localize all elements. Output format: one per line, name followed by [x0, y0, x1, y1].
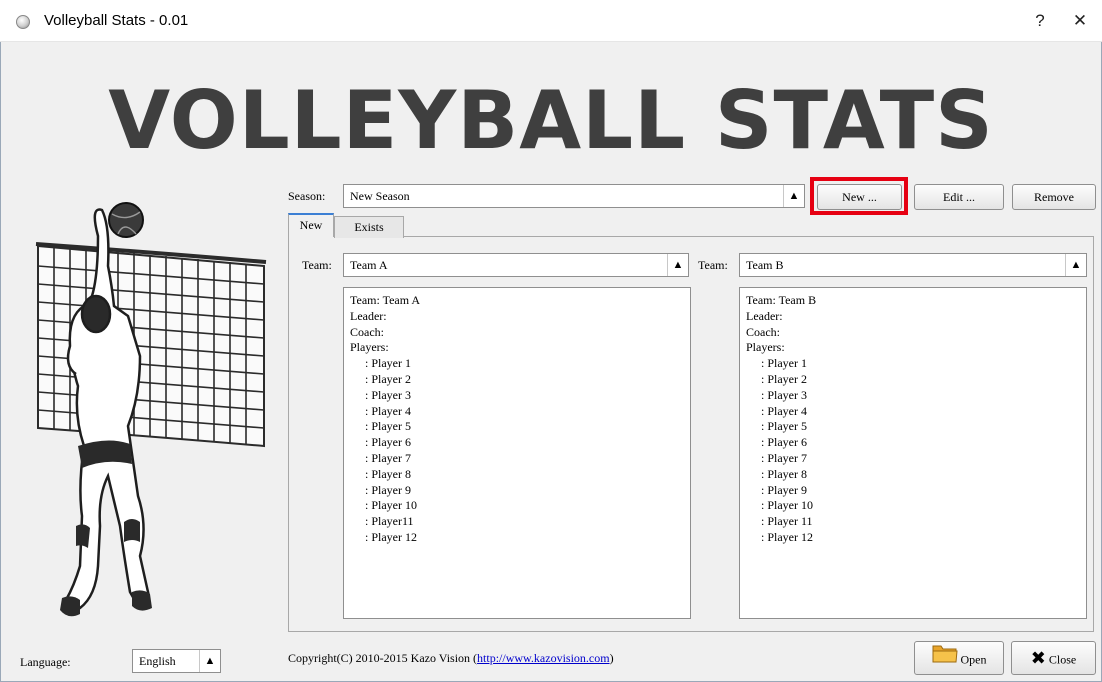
team-b-select-value: Team B [746, 258, 784, 272]
updown-arrow-icon: ▲︎ [199, 650, 220, 672]
team-b-details[interactable]: Team: Team B Leader: Coach: Players: : P… [739, 287, 1087, 619]
team-b-select[interactable]: Team B ▲︎ [739, 253, 1087, 277]
volleyball-app-icon [16, 15, 30, 29]
updown-arrow-icon: ▲︎ [1065, 254, 1086, 276]
open-button[interactable]: Open [914, 641, 1004, 675]
volleyball-player-illustration [28, 196, 274, 628]
language-select[interactable]: English ▲︎ [132, 649, 221, 673]
close-button-label: Close [1048, 652, 1077, 667]
new-season-button[interactable]: New ... [817, 184, 902, 210]
season-select[interactable]: New Season ▲︎ [343, 184, 805, 208]
team-a-details[interactable]: Team: Team A Leader: Coach: Players: : P… [343, 287, 691, 619]
updown-arrow-icon: ▲︎ [667, 254, 688, 276]
team-a-select[interactable]: Team A ▲︎ [343, 253, 689, 277]
remove-season-button[interactable]: Remove [1012, 184, 1096, 210]
banner-title: VOLLEYBALL STATS [108, 74, 994, 167]
copyright-text: Copyright(C) 2010-2015 Kazo Vision (http… [288, 651, 614, 666]
tab-exists[interactable]: Exists [334, 216, 404, 238]
help-button[interactable]: ? [1020, 6, 1060, 36]
open-button-label: Open [960, 652, 987, 667]
language-label: Language: [20, 655, 71, 669]
window-title: Volleyball Stats - 0.01 [44, 12, 189, 29]
season-label: Season: [288, 189, 326, 203]
season-select-value: New Season [350, 189, 410, 203]
team-b-label: Team: [698, 258, 728, 272]
kazovision-link[interactable]: http://www.kazovision.com [477, 651, 610, 665]
x-close-icon: ✖ [1030, 648, 1046, 670]
copyright-prefix: Copyright(C) 2010-2015 Kazo Vision ( [288, 651, 478, 665]
edit-season-button[interactable]: Edit ... [914, 184, 1004, 210]
language-select-value: English [139, 654, 176, 668]
team-a-select-value: Team A [350, 258, 388, 272]
team-a-label: Team: [302, 258, 332, 272]
tab-new[interactable]: New [288, 213, 334, 237]
folder-icon [932, 642, 958, 676]
close-button[interactable]: ✖ Close [1011, 641, 1096, 675]
copyright-suffix: ) [609, 651, 614, 665]
updown-arrow-icon: ▲︎ [783, 185, 804, 207]
window-close-button[interactable]: ✕ [1060, 6, 1100, 36]
